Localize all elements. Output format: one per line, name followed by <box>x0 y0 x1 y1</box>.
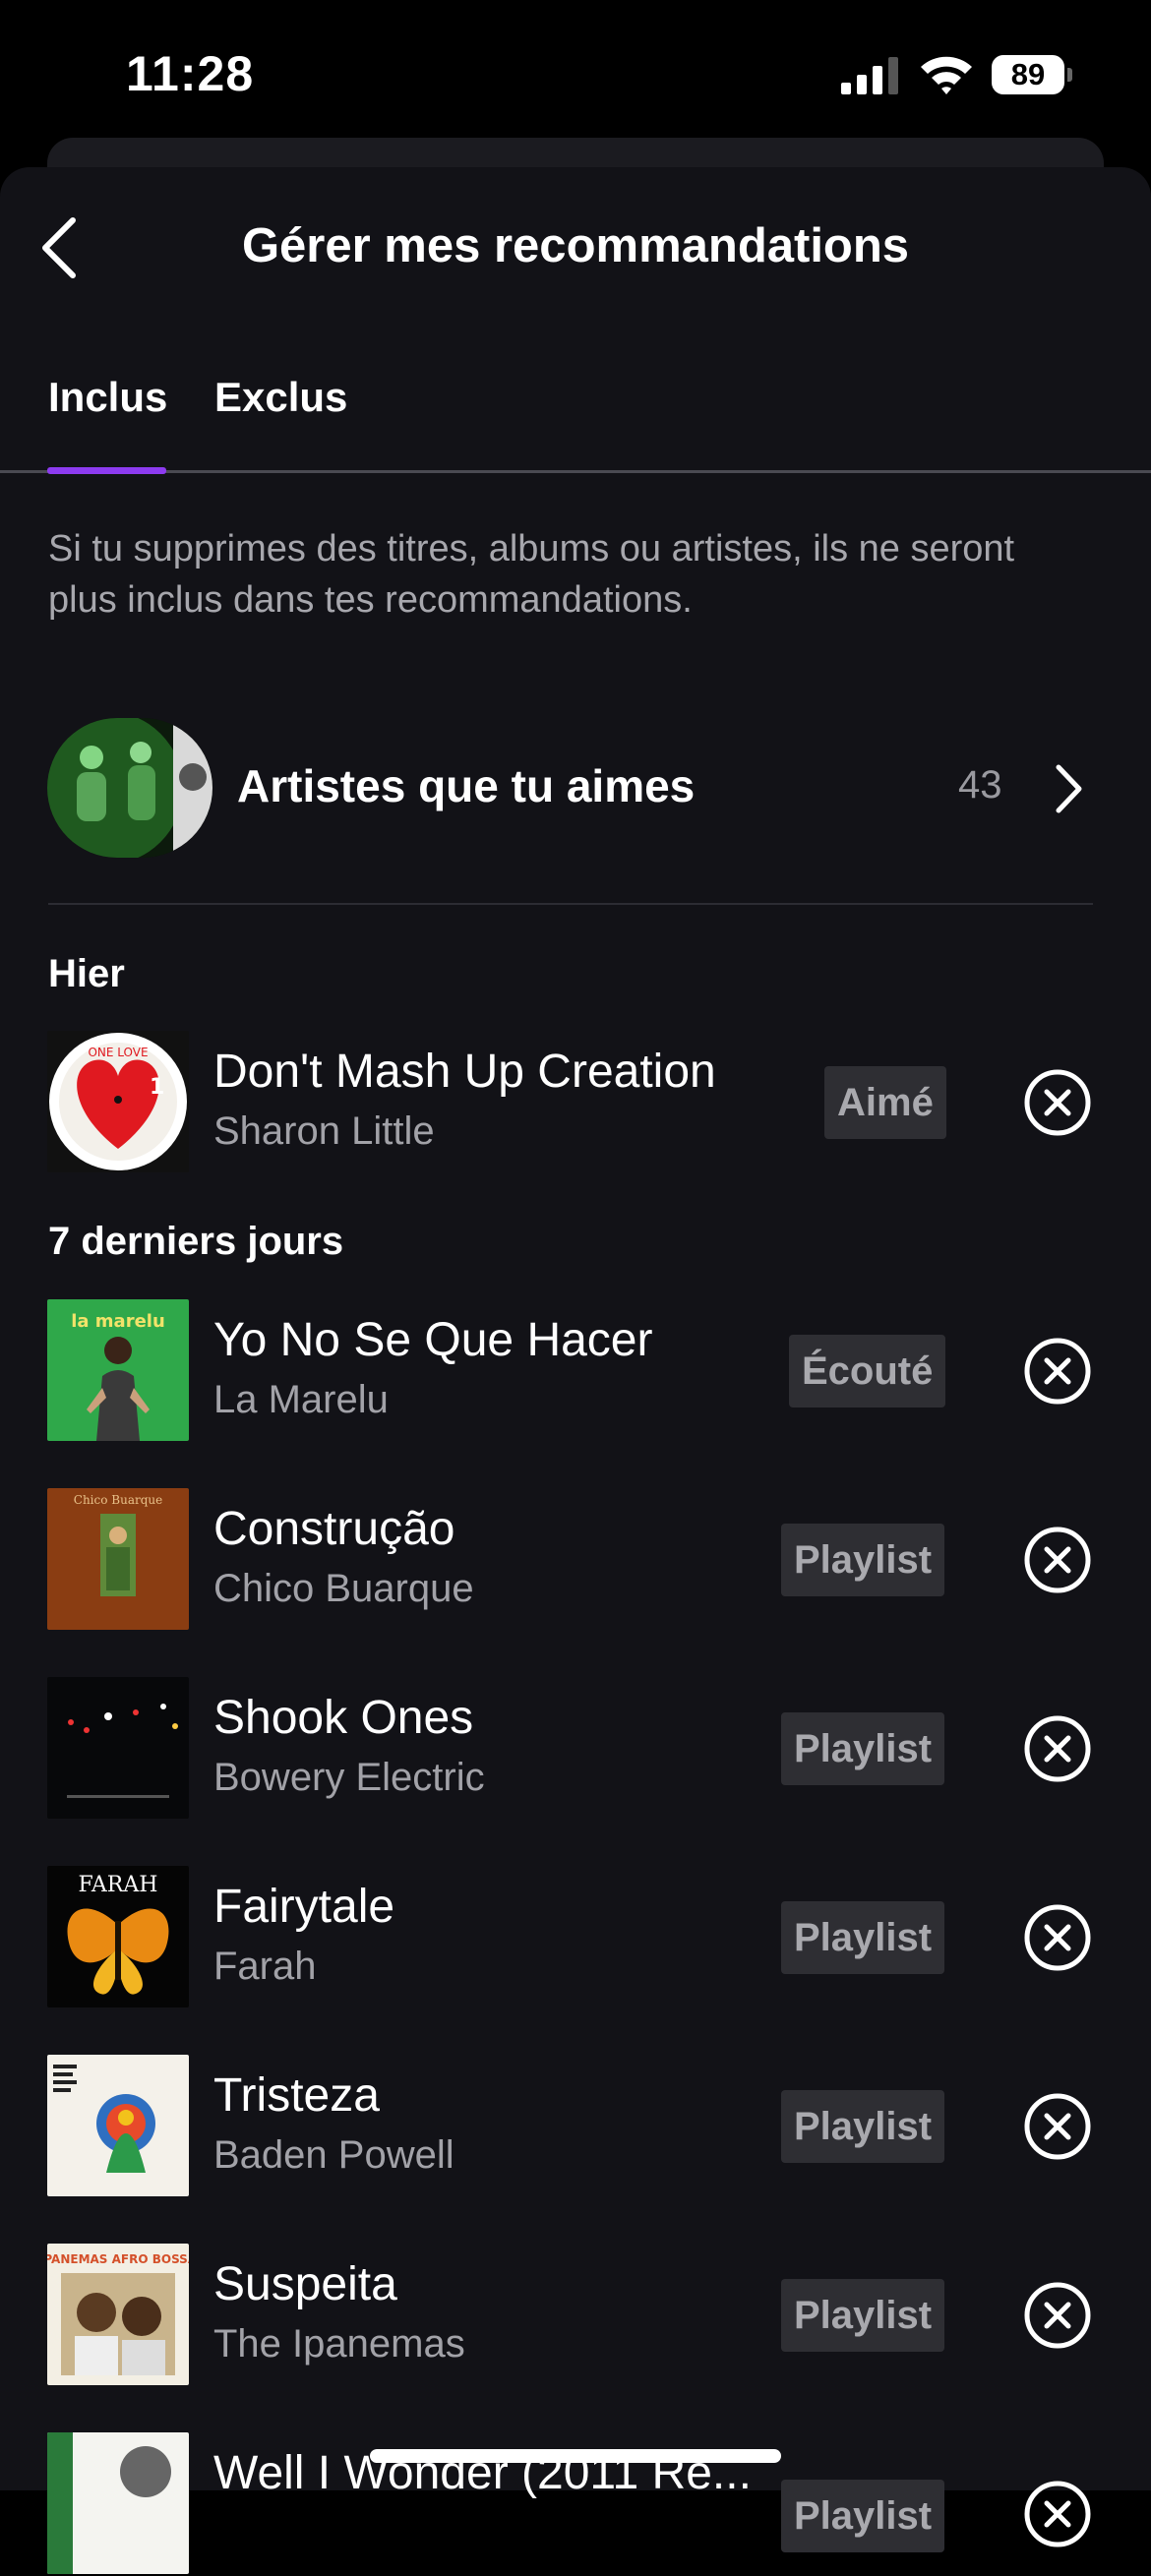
artists-avatar <box>47 718 212 858</box>
cover-text: IPANEMAS AFRO BOSSA <box>47 2252 189 2266</box>
svg-text:ONE LOVE: ONE LOVE <box>88 1046 148 1059</box>
source-tag: Playlist <box>781 1524 945 1596</box>
source-tag: Aimé <box>824 1066 946 1139</box>
cover-text: la marelu <box>71 1311 165 1332</box>
track-title: Don't Mash Up Creation <box>213 1046 716 1098</box>
track-artist: La Marelu <box>213 1378 389 1421</box>
remove-circle-x-icon[interactable] <box>1023 1337 1092 1406</box>
tab-exclus[interactable]: Exclus <box>214 374 347 421</box>
track-title: Yo No Se Que Hacer <box>213 1314 653 1366</box>
page-title: Gérer mes recommandations <box>241 219 910 272</box>
active-tab-indicator <box>47 467 166 474</box>
remove-circle-x-icon[interactable] <box>1023 2092 1092 2161</box>
source-tag: Playlist <box>781 2090 945 2163</box>
source-tag: Playlist <box>781 2279 945 2352</box>
source-tag: Playlist <box>781 1712 945 1785</box>
track-title: Suspeita <box>213 2258 397 2310</box>
description-text: Si tu supprimes des titres, albums ou ar… <box>48 528 1015 621</box>
tab-bar: Inclus Exclus <box>0 374 1151 472</box>
track-cover: Chico Buarque <box>47 1488 189 1630</box>
section-7-derniers-jours: 7 derniers jours <box>48 1220 344 1263</box>
artists-label: Artistes que tu aimes <box>237 760 696 811</box>
cover-text: FARAH <box>79 1873 158 1897</box>
track-cover: IPANEMAS AFRO BOSSA <box>47 2244 189 2385</box>
track-artist: Chico Buarque <box>213 1567 474 1610</box>
track-cover <box>47 2055 189 2196</box>
track-title: Tristeza <box>213 2069 380 2122</box>
svg-text:1: 1 <box>150 1075 164 1100</box>
status-time: 11:28 <box>126 46 255 101</box>
track-title: Fairytale <box>213 1881 395 1933</box>
track-row[interactable]: ONE LOVE 1 Don't Mash Up Creation Sharon… <box>47 1031 1102 1174</box>
status-bar: 11:28 89 <box>0 0 1151 148</box>
wifi-icon <box>921 56 972 94</box>
track-cover: ONE LOVE 1 <box>47 1031 189 1172</box>
track-row[interactable]: Tristeza Baden Powell Playlist <box>47 2055 1102 2198</box>
cover-text: Chico Buarque <box>74 1493 162 1507</box>
track-row[interactable]: FARAH Fairytale Farah Playlist <box>47 1866 1102 2009</box>
track-row[interactable]: la marelu Yo No Se Que Hacer La Marelu É… <box>47 1299 1102 1443</box>
chevron-right-icon <box>1056 764 1082 813</box>
source-tag: Playlist <box>781 2480 945 2552</box>
liked-artists-row[interactable]: Artistes que tu aimes 43 <box>47 718 1092 858</box>
remove-circle-x-icon[interactable] <box>1023 2281 1092 2350</box>
track-artist: The Ipanemas <box>213 2322 465 2366</box>
battery-level: 89 <box>1010 57 1046 91</box>
track-artist: Baden Powell <box>213 2133 454 2177</box>
track-cover <box>47 1677 189 1819</box>
source-tag: Écouté <box>789 1335 946 1408</box>
remove-circle-x-icon[interactable] <box>1023 1068 1092 1137</box>
track-title: Construção <box>213 1503 455 1555</box>
track-title: Shook Ones <box>213 1692 474 1744</box>
remove-circle-x-icon[interactable] <box>1023 1903 1092 1972</box>
tab-divider <box>0 470 1151 473</box>
remove-circle-x-icon[interactable] <box>1023 1526 1092 1594</box>
tab-inclus[interactable]: Inclus <box>48 374 167 421</box>
track-artist: Sharon Little <box>213 1109 435 1153</box>
artists-count: 43 <box>958 763 1002 807</box>
remove-circle-x-icon[interactable] <box>1023 1714 1092 1783</box>
battery-icon: 89 <box>992 55 1072 94</box>
track-row[interactable]: Shook Ones Bowery Electric Playlist <box>47 1677 1102 1821</box>
track-row[interactable]: IPANEMAS AFRO BOSSA Suspeita The Ipanema… <box>47 2244 1102 2387</box>
track-row[interactable]: Chico Buarque Construção Chico Buarque P… <box>47 1488 1102 1632</box>
divider <box>48 903 1093 905</box>
track-artist: Bowery Electric <box>213 1756 485 1799</box>
source-tag: Playlist <box>781 1901 945 1974</box>
track-cover: la marelu <box>47 1299 189 1441</box>
home-indicator[interactable] <box>370 2449 781 2463</box>
section-hier: Hier <box>48 952 125 995</box>
cellular-signal-icon <box>841 57 898 94</box>
track-artist: Farah <box>213 1945 317 1988</box>
track-cover: FARAH <box>47 1866 189 2007</box>
track-cover <box>47 2432 189 2574</box>
